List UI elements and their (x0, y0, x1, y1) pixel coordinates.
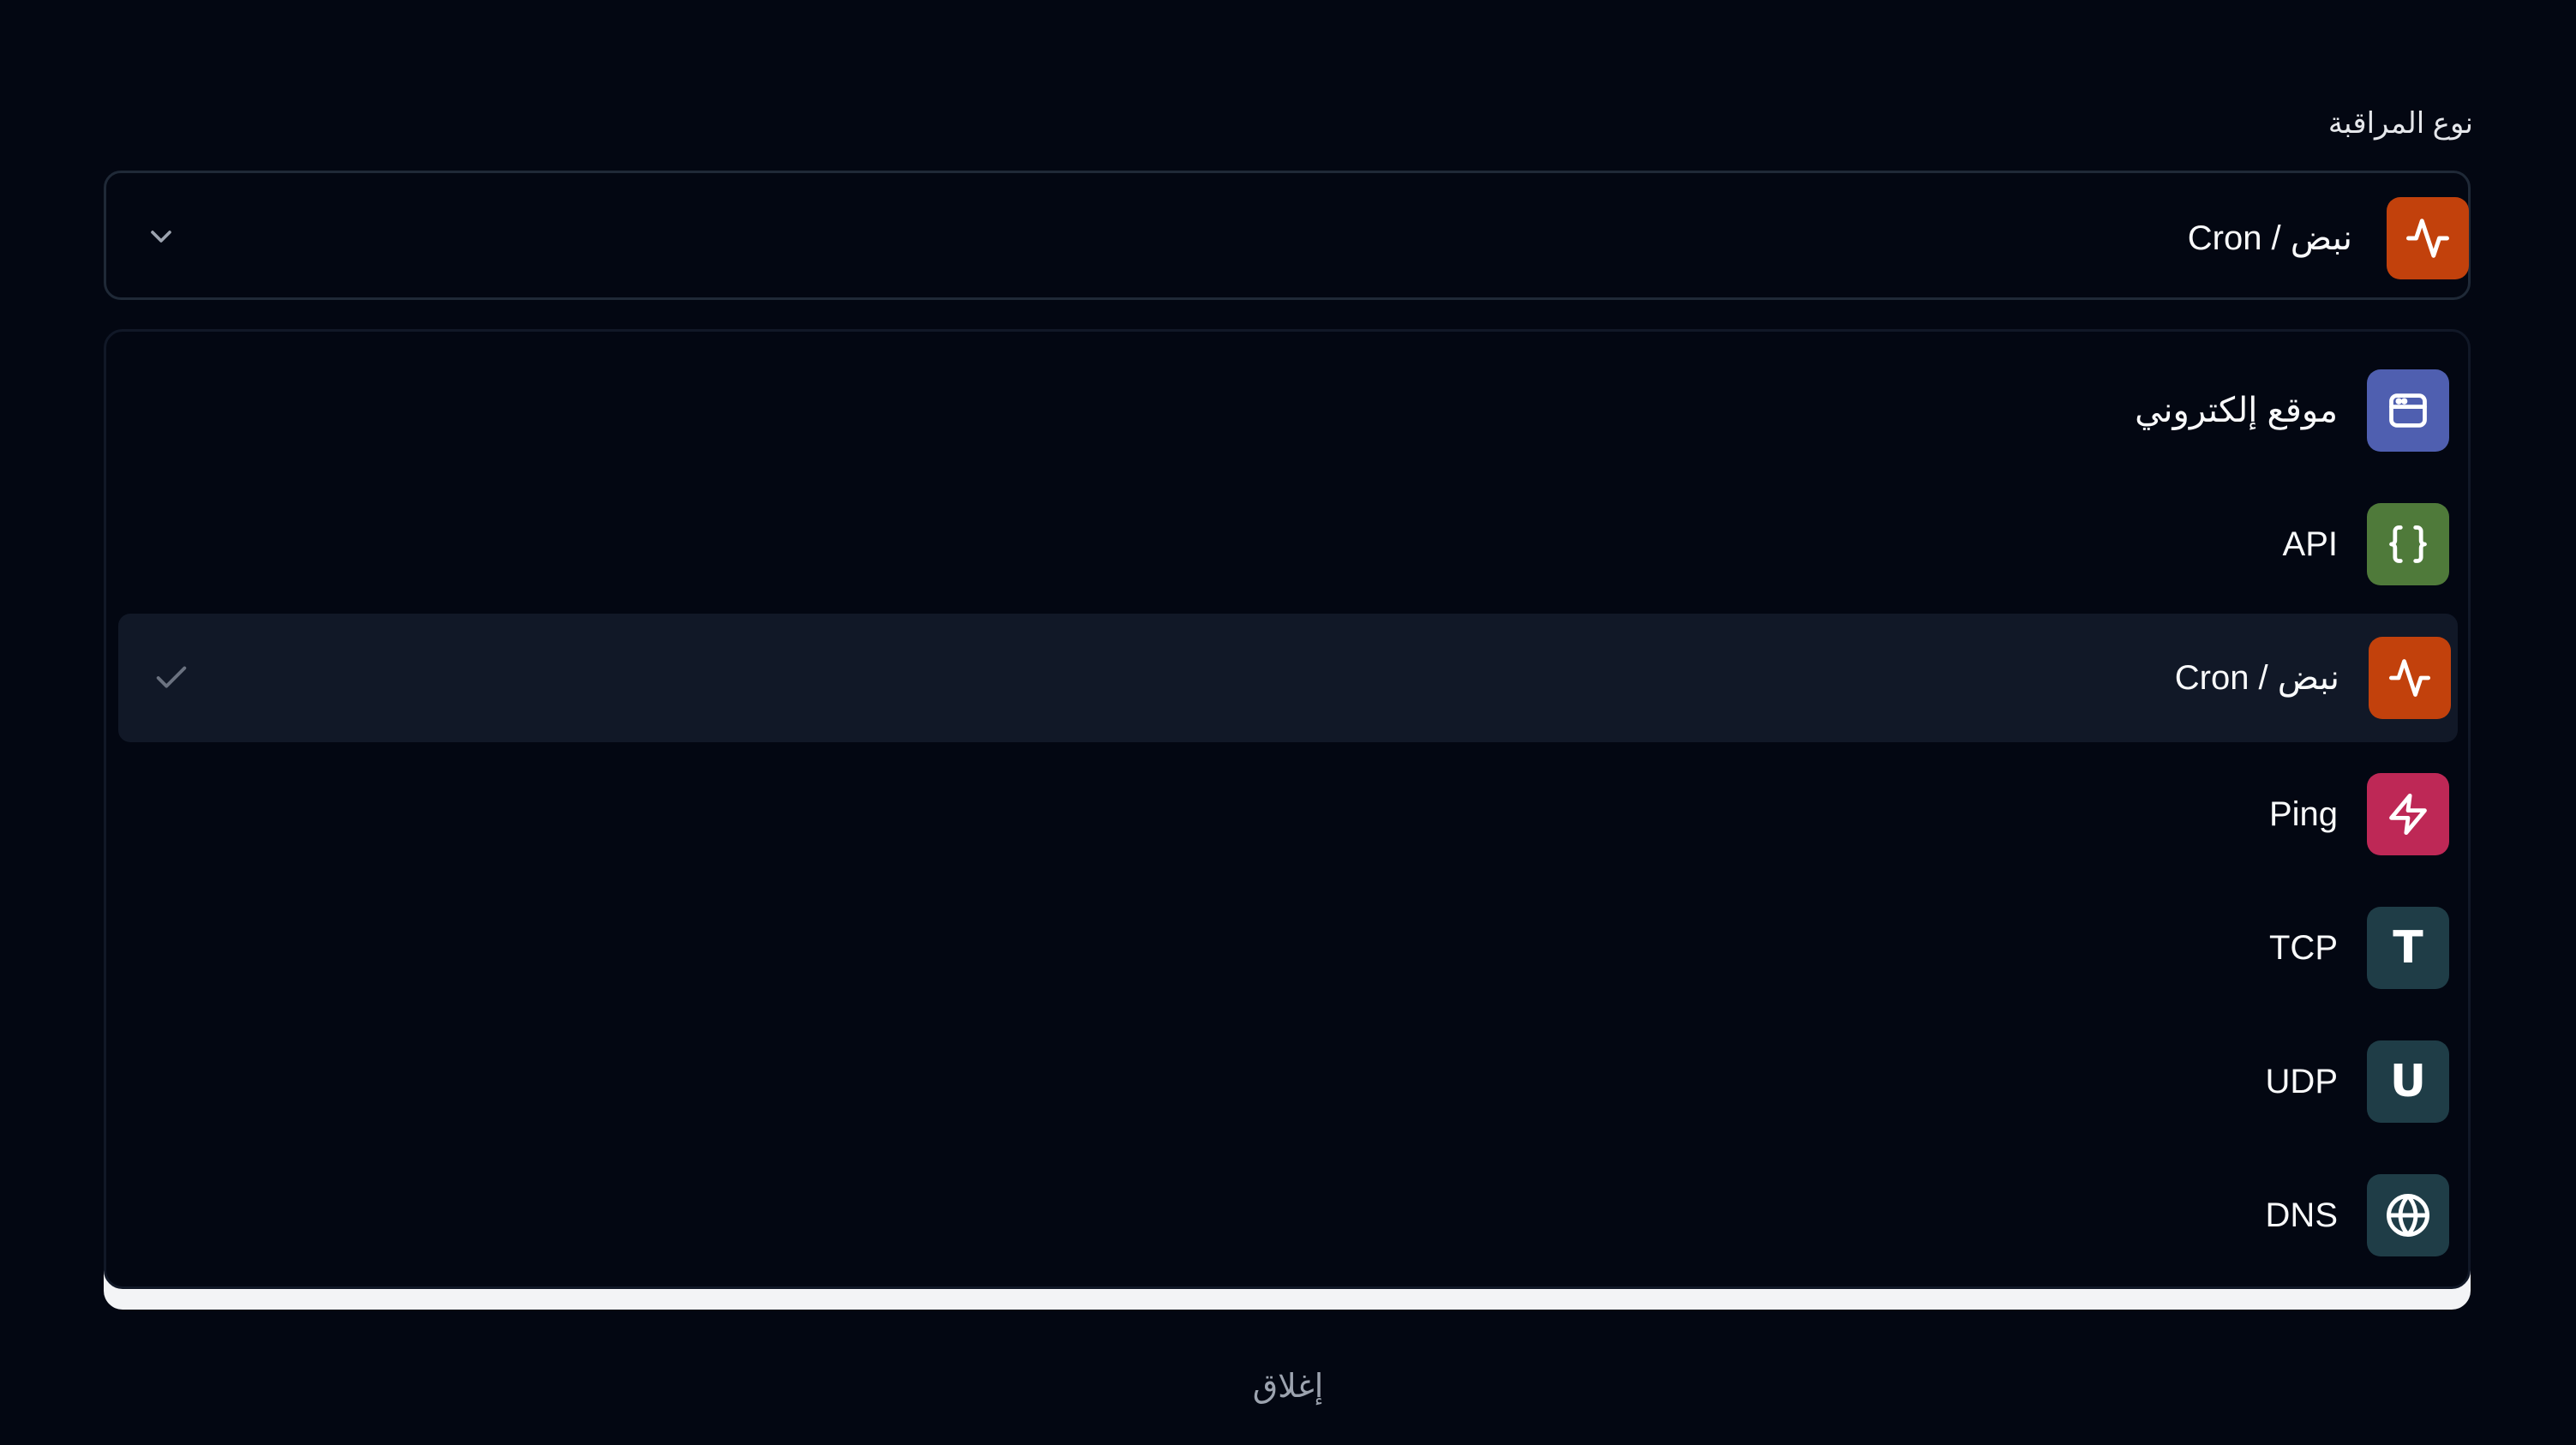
chevron-down-icon[interactable] (142, 218, 180, 255)
check-icon (149, 656, 194, 700)
letter-u-icon: U (2367, 1040, 2449, 1123)
activity-icon (2387, 197, 2469, 279)
lightning-icon (2367, 773, 2449, 855)
option-dns[interactable]: DNS (118, 1151, 2458, 1280)
monitor-type-dropdown: موقع إلكتروني API Cron / نبض Ping T TCP … (104, 329, 2471, 1289)
option-label: DNS (2265, 1196, 2338, 1234)
option-label: Ping (2268, 795, 2338, 833)
option-label: موقع إلكتروني (2135, 392, 2338, 429)
close-button[interactable]: إغلاق (1202, 1363, 1374, 1411)
option-tcp[interactable]: T TCP (118, 884, 2458, 1012)
option-label: Cron / نبض (2174, 659, 2339, 697)
option-udp[interactable]: U UDP (118, 1017, 2458, 1146)
monitor-type-select[interactable]: Cron / نبض (104, 171, 2471, 300)
option-label: API (2282, 525, 2338, 563)
option-cron[interactable]: Cron / نبض (118, 614, 2458, 742)
monitor-type-label: نوع المراقبة (2327, 107, 2473, 140)
globe-icon (2367, 1174, 2449, 1256)
selected-value: Cron / نبض (2187, 219, 2352, 257)
browser-window-icon (2367, 369, 2449, 452)
curly-braces-icon (2367, 503, 2449, 585)
option-ping[interactable]: Ping (118, 750, 2458, 878)
activity-icon (2369, 637, 2451, 719)
option-api[interactable]: API (118, 480, 2458, 609)
option-label: UDP (2265, 1063, 2338, 1100)
option-website[interactable]: موقع إلكتروني (118, 346, 2458, 475)
option-label: TCP (2269, 929, 2338, 967)
letter-t-icon: T (2367, 907, 2449, 989)
